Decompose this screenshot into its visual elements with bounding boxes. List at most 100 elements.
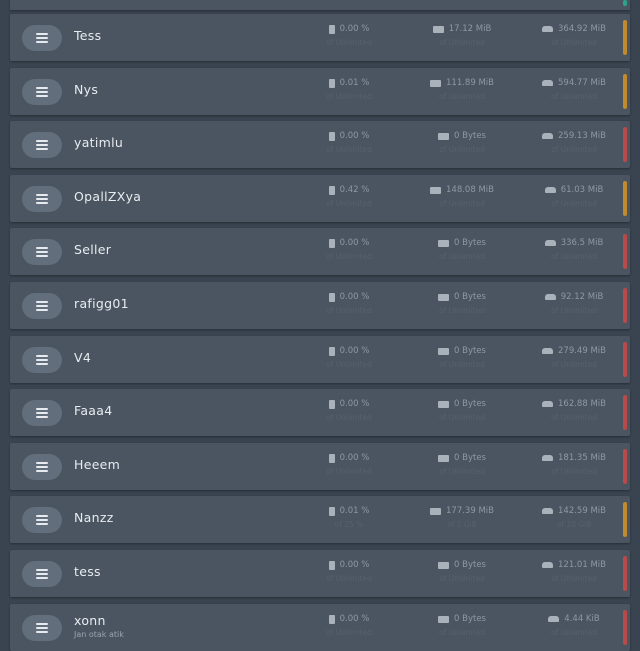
status-indicator	[623, 502, 627, 537]
memory-usage: 0 Bytes	[454, 346, 486, 356]
disk-stat: 336.5 MiB of Unlimited	[519, 238, 629, 261]
memory-stat: 0 Bytes of Unlimited	[407, 399, 517, 422]
disk-stat: 364.92 MiB of Unlimited	[519, 24, 629, 47]
cpu-icon	[328, 185, 335, 195]
cpu-usage: 0.00 %	[339, 292, 370, 302]
server-name: Faaa4	[74, 403, 113, 418]
disk-limit: of 10 GiB	[556, 520, 592, 529]
server-row[interactable]: Faaa4 0.00 % of Unlimited 0 Bytes of Unl…	[10, 389, 630, 436]
server-row[interactable]: OpallZXya 0.42 % of Unlimited 148.08 MiB…	[10, 175, 630, 222]
disk-stat: 181.35 MiB of Unlimited	[519, 453, 629, 476]
server-name: Nys	[74, 82, 99, 97]
server-row[interactable]: V4 0.00 % of Unlimited 0 Bytes of Unlimi…	[10, 336, 630, 383]
cpu-limit: of Unlimited	[326, 252, 372, 261]
status-indicator	[623, 342, 627, 377]
cpu-stat: 0.00 % of Unlimited	[294, 346, 404, 369]
server-row[interactable]: yatimlu 0.00 % of Unlimited 0 Bytes of U…	[10, 121, 630, 168]
cpu-limit: of Unlimited	[326, 92, 372, 101]
cpu-stat: 0.00 % of Unlimited	[294, 131, 404, 154]
cpu-limit: of Unlimited	[326, 306, 372, 315]
disk-stat: 162.88 MiB of Unlimited	[519, 399, 629, 422]
disk-icon	[544, 187, 556, 193]
server-name: yatimlu	[74, 135, 124, 150]
server-row[interactable]: xonn Jan otak atik 0.00 % of Unlimited 0…	[10, 604, 630, 651]
server-row[interactable]: rafigg01 0.00 % of Unlimited 0 Bytes of …	[10, 282, 630, 329]
server-row[interactable]: Nanzz 0.01 % of 25 % 177.39 MiB of 1 GiB…	[10, 496, 630, 543]
disk-limit: of Unlimited	[551, 306, 597, 315]
memory-limit: of Unlimited	[439, 252, 485, 261]
cpu-usage: 0.01 %	[339, 78, 370, 88]
status-indicator	[623, 181, 627, 216]
disk-icon	[542, 508, 553, 514]
disk-usage: 92.12 MiB	[560, 292, 604, 302]
cpu-stat: 0.00 % of Unlimited	[294, 24, 404, 47]
cpu-limit: of Unlimited	[326, 467, 372, 476]
cpu-icon	[328, 238, 335, 248]
memory-limit: of Unlimited	[439, 360, 485, 369]
server-row[interactable]: tess 0.00 % of Unlimited 0 Bytes of Unli…	[10, 550, 630, 597]
server-icon	[22, 507, 62, 533]
disk-icon	[544, 294, 556, 300]
memory-stat: 177.39 MiB of 1 GiB	[407, 506, 517, 529]
disk-usage: 279.49 MiB	[558, 346, 606, 356]
disk-icon	[542, 401, 553, 407]
server-icon	[22, 561, 62, 587]
memory-limit: of Unlimited	[439, 199, 485, 208]
cpu-usage: 0.01 %	[339, 506, 370, 516]
memory-limit: of Unlimited	[439, 574, 485, 583]
server-name: tess	[74, 564, 101, 579]
server-row[interactable]: Nys 0.01 % of Unlimited 111.89 MiB of Un…	[10, 68, 630, 115]
server-row[interactable]: Tess 0.00 % of Unlimited 17.12 MiB of Un…	[10, 14, 630, 61]
memory-limit: of Unlimited	[439, 413, 485, 422]
status-indicator	[623, 234, 627, 269]
memory-stat: 0 Bytes of Unlimited	[407, 238, 517, 261]
memory-limit: of Unlimited	[439, 92, 485, 101]
memory-usage: 0 Bytes	[454, 399, 486, 409]
memory-icon	[438, 454, 450, 462]
cpu-stat: 0.00 % of Unlimited	[294, 453, 404, 476]
memory-usage: 0 Bytes	[454, 238, 486, 248]
memory-icon	[438, 239, 450, 247]
server-name: rafigg01	[74, 296, 129, 311]
disk-stat: 259.13 MiB of Unlimited	[519, 131, 629, 154]
memory-limit: of Unlimited	[439, 38, 485, 47]
server-name: OpallZXya	[74, 189, 142, 204]
disk-usage: 364.92 MiB	[558, 24, 606, 34]
memory-usage: 17.12 MiB	[448, 24, 492, 34]
cpu-stat: 0.42 % of Unlimited	[294, 185, 404, 208]
disk-stat: 61.03 MiB of Unlimited	[519, 185, 629, 208]
server-row[interactable]: Seller 0.00 % of Unlimited 0 Bytes of Un…	[10, 228, 630, 275]
memory-stat: 0 Bytes of Unlimited	[407, 292, 517, 315]
cpu-icon	[328, 292, 335, 302]
status-indicator	[623, 288, 627, 323]
memory-icon	[432, 25, 444, 33]
disk-limit: of Unlimited	[551, 467, 597, 476]
server-row[interactable]: Heeem 0.00 % of Unlimited 0 Bytes of Unl…	[10, 443, 630, 490]
disk-usage: 336.5 MiB	[560, 238, 604, 248]
disk-usage: 121.01 MiB	[558, 560, 606, 570]
cpu-limit: of Unlimited	[326, 360, 372, 369]
cpu-usage: 0.00 %	[339, 399, 370, 409]
cpu-stat: 0.01 % of Unlimited	[294, 78, 404, 101]
memory-stat: 148.08 MiB of Unlimited	[407, 185, 517, 208]
memory-icon	[438, 615, 450, 623]
memory-usage: 177.39 MiB	[446, 506, 494, 516]
server-name: V4	[74, 350, 92, 365]
disk-usage: 259.13 MiB	[558, 131, 606, 141]
disk-limit: of Unlimited	[551, 199, 597, 208]
status-indicator	[623, 556, 627, 591]
cpu-stat: 0.00 % of Unlimited	[294, 238, 404, 261]
cpu-limit: of Unlimited	[326, 199, 372, 208]
server-name: Heeem	[74, 457, 121, 472]
disk-stat: 4.44 KiB of Unlimited	[519, 614, 629, 637]
server-name: Nanzz	[74, 510, 114, 525]
server-row-partial[interactable]	[10, 0, 630, 10]
memory-stat: 0 Bytes of Unlimited	[407, 614, 517, 637]
status-indicator	[623, 395, 627, 430]
memory-stat: 0 Bytes of Unlimited	[407, 346, 517, 369]
disk-usage: 142.59 MiB	[558, 506, 606, 516]
disk-stat: 142.59 MiB of 10 GiB	[519, 506, 629, 529]
server-name: Tess	[74, 28, 102, 43]
memory-icon	[430, 507, 441, 515]
memory-stat: 0 Bytes of Unlimited	[407, 453, 517, 476]
